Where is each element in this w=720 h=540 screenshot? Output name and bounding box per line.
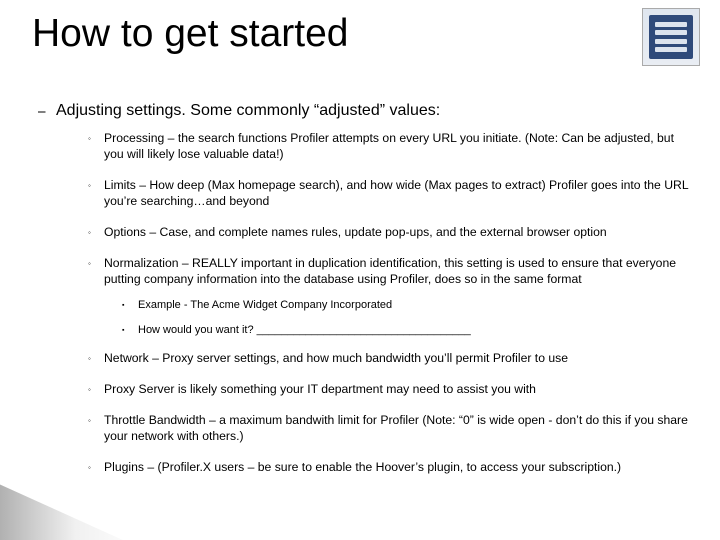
bullet-icon: ◦ bbox=[88, 412, 104, 429]
bullet-icon: ◦ bbox=[88, 130, 104, 147]
level2-text: Network – Proxy server settings, and how… bbox=[104, 350, 692, 366]
list-level2-item: ◦ Limits – How deep (Max homepage search… bbox=[88, 177, 692, 210]
list-level2-item: ◦ Processing – the search functions Prof… bbox=[88, 130, 692, 163]
list-level2-item: ◦ Options – Case, and complete names rul… bbox=[88, 224, 692, 241]
level2-text: Throttle Bandwidth – a maximum bandwith … bbox=[104, 412, 692, 445]
bullet-icon: ⎯ bbox=[38, 102, 56, 122]
level1-text: Adjusting settings. Some commonly “adjus… bbox=[56, 102, 692, 120]
bullet-icon: ◦ bbox=[88, 459, 104, 476]
list-level1-item: ⎯ Adjusting settings. Some commonly “adj… bbox=[38, 102, 692, 122]
bullet-icon: ◦ bbox=[88, 350, 104, 367]
bullet-icon: ◦ bbox=[88, 255, 104, 272]
bullet-icon: ▪ bbox=[122, 298, 138, 313]
bullet-icon: ◦ bbox=[88, 381, 104, 398]
bullet-icon: ◦ bbox=[88, 224, 104, 241]
list-level2-item: ◦ Network – Proxy server settings, and h… bbox=[88, 350, 692, 367]
list-level2-item: ◦ Throttle Bandwidth – a maximum bandwit… bbox=[88, 412, 692, 445]
company-logo-icon bbox=[642, 8, 700, 66]
list-level2-item: ◦ Proxy Server is likely something your … bbox=[88, 381, 692, 398]
content-area: ⎯ Adjusting settings. Some commonly “adj… bbox=[38, 102, 692, 490]
level2-text: Options – Case, and complete names rules… bbox=[104, 224, 692, 240]
level2-text: Limits – How deep (Max homepage search),… bbox=[104, 177, 692, 210]
level2-text: Normalization – REALLY important in dupl… bbox=[104, 255, 692, 288]
list-level2-item: ◦ Normalization – REALLY important in du… bbox=[88, 255, 692, 288]
level3-text: Example - The Acme Widget Company Incorp… bbox=[138, 298, 692, 312]
bullet-icon: ◦ bbox=[88, 177, 104, 194]
bullet-icon: ▪ bbox=[122, 323, 138, 338]
level2-text: Proxy Server is likely something your IT… bbox=[104, 381, 692, 397]
level3-text: How would you want it? _________________… bbox=[138, 323, 692, 337]
list-level3-item: ▪ Example - The Acme Widget Company Inco… bbox=[122, 298, 692, 313]
list-level2-item: ◦ Plugins – (Profiler.X users – be sure … bbox=[88, 459, 692, 476]
level2-text: Plugins – (Profiler.X users – be sure to… bbox=[104, 459, 692, 475]
list-level3-item: ▪ How would you want it? _______________… bbox=[122, 323, 692, 338]
slide-title: How to get started bbox=[32, 12, 349, 56]
level2-text: Processing – the search functions Profil… bbox=[104, 130, 692, 163]
